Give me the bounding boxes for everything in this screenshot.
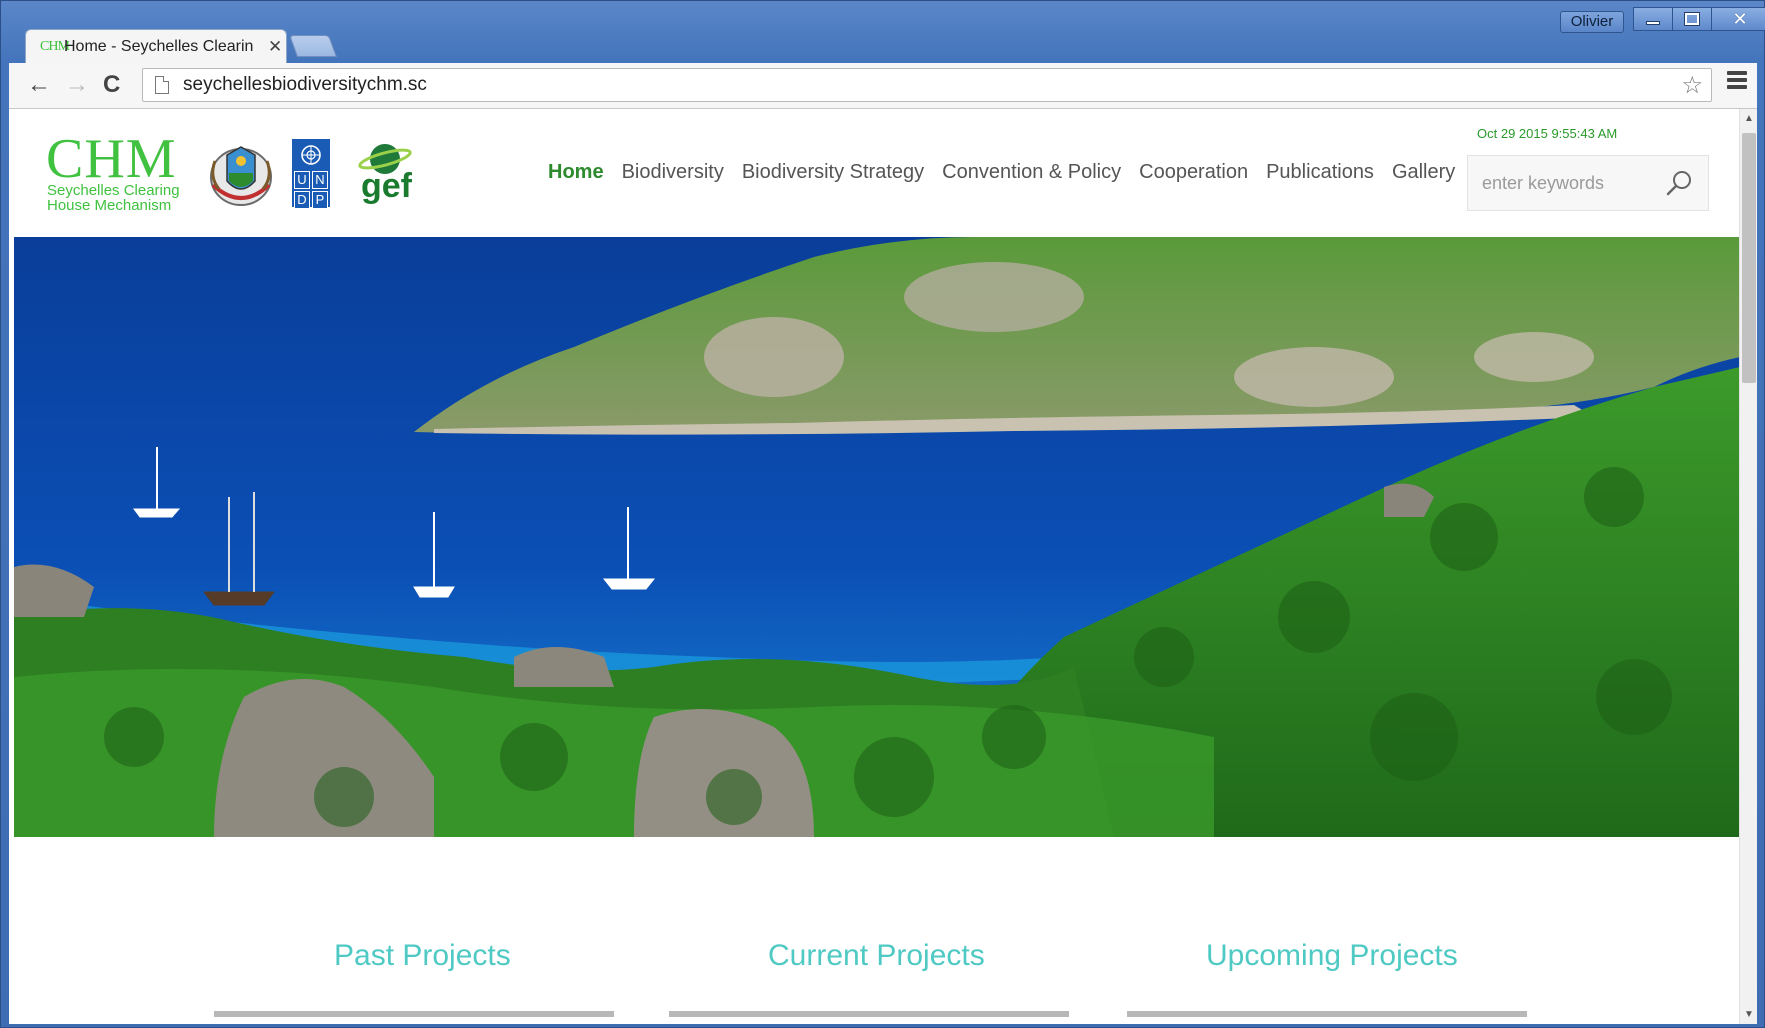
nav-item-publications[interactable]: Publications [1257,161,1383,184]
chrome-menu-icon[interactable] [1727,71,1747,92]
seychelles-coat-of-arms-icon [210,146,272,206]
undp-letter: N [312,171,328,189]
tab-close-icon[interactable]: ✕ [268,37,282,57]
bookmark-star-icon[interactable]: ☆ [1681,71,1703,100]
back-arrow-icon[interactable]: ← [27,71,51,99]
browser-window: Olivier ✕ CHM Home - Seychelles Clearin … [0,0,1765,1028]
undp-letter: D [294,191,310,209]
page-viewport: CHM Seychelles Clearing House Mechanism … [9,109,1757,1024]
logo-line-1: Seychelles Clearing [47,182,180,199]
undp-letter: P [312,191,328,209]
gef-logo: gef [349,137,417,209]
address-bar[interactable]: seychellesbiodiversitychm.sc ☆ [142,68,1712,102]
reload-icon[interactable]: C [103,71,120,99]
un-emblem-icon [294,141,328,169]
minimize-icon [1646,21,1660,25]
close-icon: ✕ [1732,8,1748,29]
nav-item-convention-policy[interactable]: Convention & Policy [933,161,1130,184]
scroll-down-icon[interactable]: ▼ [1744,1009,1754,1020]
past-projects-heading[interactable]: Past Projects [334,939,511,973]
current-projects-heading[interactable]: Current Projects [768,939,985,973]
hero-landscape-image [14,237,1740,837]
browser-tab-home[interactable]: CHM Home - Seychelles Clearin ✕ [25,29,287,63]
chm-logo-title[interactable]: CHM [46,131,177,187]
minimize-button[interactable] [1633,7,1673,31]
search-input[interactable] [1468,156,1658,210]
close-window-button[interactable]: ✕ [1711,7,1765,31]
browser-toolbar: ← → C seychellesbiodiversitychm.sc ☆ [9,63,1757,109]
new-tab-button[interactable] [288,35,338,57]
search-icon[interactable] [1664,168,1694,198]
nav-item-home[interactable]: Home [539,161,613,184]
site-search [1467,155,1709,211]
undp-letter: U [294,171,310,189]
scroll-up-icon[interactable]: ▲ [1744,113,1754,124]
url-text[interactable]: seychellesbiodiversitychm.sc [183,74,427,96]
scroll-thumb[interactable] [1742,133,1756,383]
nav-item-biodiversity[interactable]: Biodiversity [613,161,733,184]
maximize-button[interactable] [1672,7,1712,31]
window-controls: ✕ [1633,7,1765,31]
nav-item-gallery[interactable]: Gallery [1383,161,1464,184]
forward-arrow-icon[interactable]: → [65,71,89,99]
chm-logo-subtitle: Seychelles Clearing House Mechanism [47,183,180,213]
page-icon [155,76,169,94]
nav-item-cooperation[interactable]: Cooperation [1130,161,1257,184]
logo-line-2: House Mechanism [47,197,172,214]
upcoming-projects-heading[interactable]: Upcoming Projects [1206,939,1458,973]
undp-logo: U N D P [292,139,330,209]
main-navigation: Home Biodiversity Biodiversity Strategy … [539,161,1464,184]
vertical-scrollbar[interactable]: ▲ ▼ [1739,109,1757,1024]
chm-favicon-icon: CHM [40,38,70,54]
current-datetime: Oct 29 2015 9:55:43 AM [1477,126,1618,141]
nav-item-biodiversity-strategy[interactable]: Biodiversity Strategy [733,161,933,184]
tab-title: Home - Seychelles Clearin [64,37,254,55]
gef-label: gef [361,167,412,205]
maximize-icon [1684,12,1700,26]
past-projects-thumbnail[interactable] [214,1011,614,1017]
upcoming-projects-thumbnail[interactable] [1127,1011,1527,1017]
profile-button[interactable]: Olivier [1560,11,1624,33]
current-projects-thumbnail[interactable] [669,1011,1069,1017]
